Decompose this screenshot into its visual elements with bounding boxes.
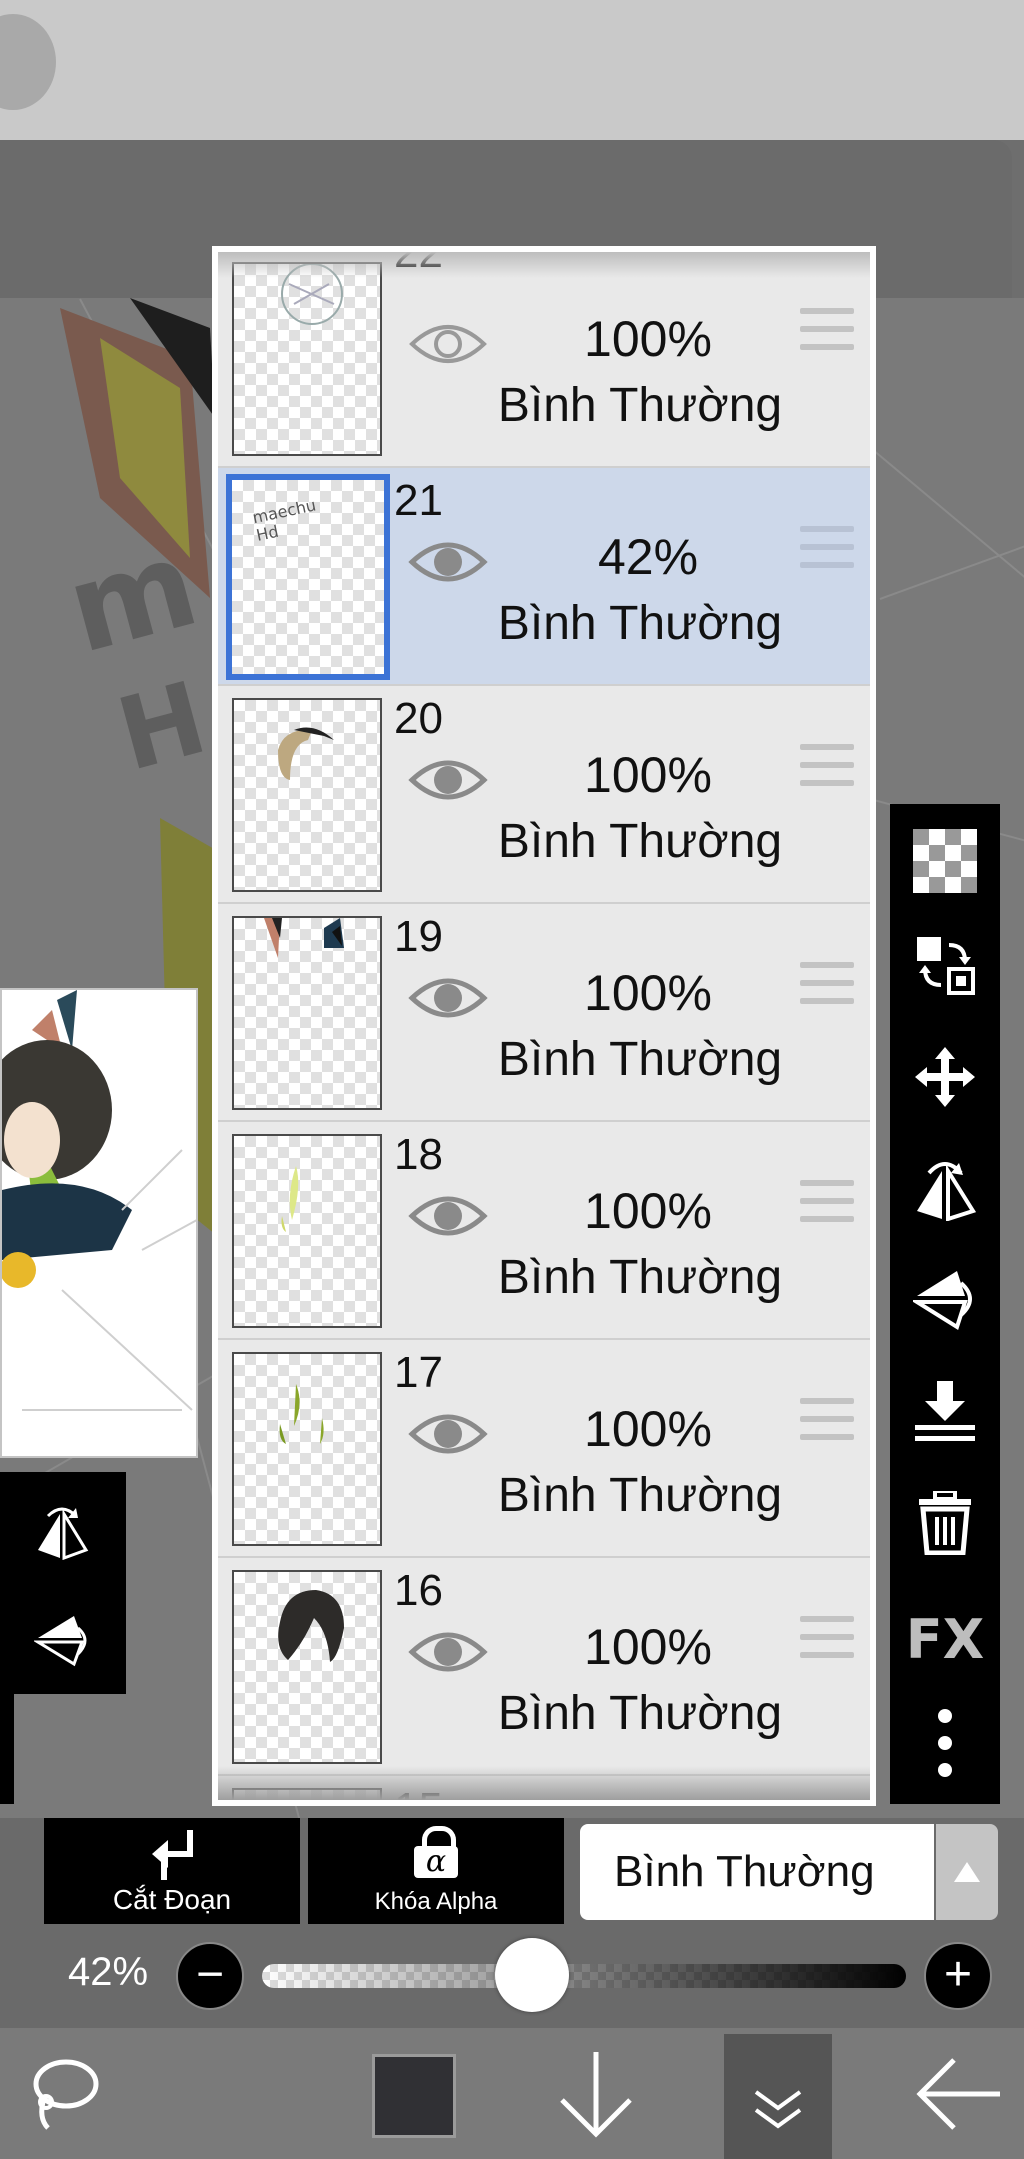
opacity-slider-handle[interactable]	[495, 1938, 570, 2012]
clip-arrow-icon	[152, 1830, 193, 1880]
bottom-bar	[0, 2028, 1024, 2159]
fx-button[interactable]: FX	[906, 1604, 985, 1674]
drag-handle-icon[interactable]	[800, 308, 854, 358]
flip-horizontal-icon[interactable]	[910, 1154, 980, 1224]
eye-icon[interactable]	[408, 1624, 488, 1680]
sketch-line	[879, 495, 1024, 600]
triangle-up-icon	[954, 1862, 980, 1882]
layer-thumbnail	[232, 698, 382, 892]
layer-blend-mode: Bình Thường	[497, 597, 783, 650]
more-icon[interactable]	[910, 1708, 980, 1778]
lasso-icon[interactable]	[30, 2058, 100, 2134]
layer-row[interactable]: 18 100% Bình Thường	[218, 1122, 870, 1340]
transfer-icon[interactable]	[910, 930, 980, 1000]
eye-icon[interactable]	[408, 534, 488, 590]
layer-opacity: 100%	[584, 1619, 712, 1675]
arrow-left-icon[interactable]	[916, 2056, 1002, 2132]
layer-blend-mode: Bình Thường	[497, 815, 783, 868]
canvas-watermark: H	[106, 659, 218, 794]
double-chevron-down-icon	[754, 2090, 802, 2129]
drag-handle-icon[interactable]	[800, 1616, 854, 1666]
drag-handle-icon[interactable]	[800, 1180, 854, 1230]
layer-row[interactable]: 20 100% Bình Thường	[218, 686, 870, 904]
drag-handle-icon[interactable]	[800, 744, 854, 794]
layer-opacity: 100%	[584, 965, 712, 1021]
layer-row[interactable]: 19 100% Bình Thường	[218, 904, 870, 1122]
layer-blend-mode: Bình Thường	[497, 1251, 783, 1304]
move-icon[interactable]	[910, 1042, 980, 1112]
layer-blend-mode: Bình Thường	[497, 1033, 783, 1086]
layer-thumbnail	[232, 1570, 382, 1764]
canvas-character-ear	[60, 298, 215, 598]
eye-outline-icon[interactable]	[408, 316, 488, 372]
alpha-lock-button[interactable]: α Khóa Alpha	[308, 1818, 564, 1924]
opacity-decrease-button[interactable]: −	[176, 1942, 244, 2010]
layer-opacity: 42%	[597, 529, 699, 585]
lock-icon: α	[414, 1826, 458, 1878]
fx-label: FX	[905, 1607, 985, 1671]
drag-handle-icon[interactable]	[800, 526, 854, 576]
eye-icon[interactable]	[408, 970, 488, 1026]
alpha-glyph: α	[414, 1846, 458, 1878]
alpha-lock-label: Khóa Alpha	[374, 1888, 498, 1915]
flip-vertical-icon[interactable]	[32, 1612, 90, 1668]
opacity-slider-track[interactable]	[262, 1964, 906, 1988]
layer-number: 16	[394, 1566, 443, 1615]
blend-mode-select[interactable]: Bình Thường	[580, 1824, 934, 1920]
layer-controls: Cắt Đoạn α Khóa Alpha Bình Thường 42% − …	[0, 1818, 1024, 2028]
right-toolbar: FX	[890, 804, 1000, 1804]
layer-thumbnail: maechu Hd	[226, 474, 390, 680]
layer-blend-mode: Bình Thường	[497, 1469, 783, 1522]
arrow-down-icon[interactable]	[558, 2052, 634, 2138]
layer-row-selected[interactable]: maechu Hd 21 42% Bình Thường	[218, 468, 870, 686]
layers-button[interactable]	[724, 2034, 832, 2159]
layer-number: 18	[394, 1130, 443, 1179]
blend-mode-dropdown[interactable]	[936, 1824, 998, 1920]
layer-thumbnail	[232, 262, 382, 456]
checker-icon[interactable]	[910, 826, 980, 896]
layer-number: 21	[394, 476, 443, 525]
flip-vertical-icon[interactable]	[910, 1264, 980, 1334]
eye-icon[interactable]	[408, 1188, 488, 1244]
reference-preview[interactable]	[0, 988, 198, 1458]
layer-opacity: 100%	[584, 1401, 712, 1457]
opacity-increase-button[interactable]: +	[924, 1942, 992, 2010]
layer-thumbnail	[232, 916, 382, 1110]
sketch-line	[859, 438, 1024, 633]
layers-panel: 22 100% Bình Thường maechu Hd 21 42% Bìn…	[212, 246, 876, 1806]
scroll-shade-top	[218, 252, 870, 278]
layer-blend-mode: Bình Thường	[497, 1687, 783, 1740]
drag-handle-icon[interactable]	[800, 1398, 854, 1448]
layer-blend-mode: Bình Thường	[497, 379, 783, 432]
layer-row[interactable]: 22 100% Bình Thường	[218, 252, 870, 468]
thumbnail-watermark-text: maechu Hd	[250, 495, 318, 545]
layer-row[interactable]: 16 100% Bình Thường	[218, 1558, 870, 1776]
back-circle-button[interactable]	[0, 14, 56, 110]
merge-down-icon[interactable]	[910, 1376, 980, 1446]
layer-number: 17	[394, 1348, 443, 1397]
eye-icon[interactable]	[408, 752, 488, 808]
layers-list[interactable]: 22 100% Bình Thường maechu Hd 21 42% Bìn…	[218, 252, 870, 1800]
clipping-button[interactable]: Cắt Đoạn	[44, 1818, 300, 1924]
layer-row[interactable]: 17 100% Bình Thường	[218, 1340, 870, 1558]
opacity-value: 42%	[68, 1950, 149, 1994]
layer-opacity: 100%	[584, 311, 712, 367]
layer-opacity: 100%	[584, 1183, 712, 1239]
layer-number: 19	[394, 912, 443, 961]
drag-handle-icon[interactable]	[800, 962, 854, 1012]
left-strip	[0, 1694, 14, 1804]
layer-opacity: 100%	[584, 747, 712, 803]
left-toolbar	[0, 1472, 126, 1694]
flip-horizontal-icon[interactable]	[34, 1504, 90, 1561]
top-bar	[0, 0, 1024, 140]
layer-number: 20	[394, 694, 443, 743]
color-swatch[interactable]	[372, 2054, 456, 2138]
layer-thumbnail	[232, 1134, 382, 1328]
layer-thumbnail	[232, 1352, 382, 1546]
trash-icon[interactable]	[910, 1488, 980, 1558]
clipping-label: Cắt Đoạn	[112, 1884, 232, 1915]
scroll-shade-bottom	[218, 1766, 870, 1800]
eye-icon[interactable]	[408, 1406, 488, 1462]
